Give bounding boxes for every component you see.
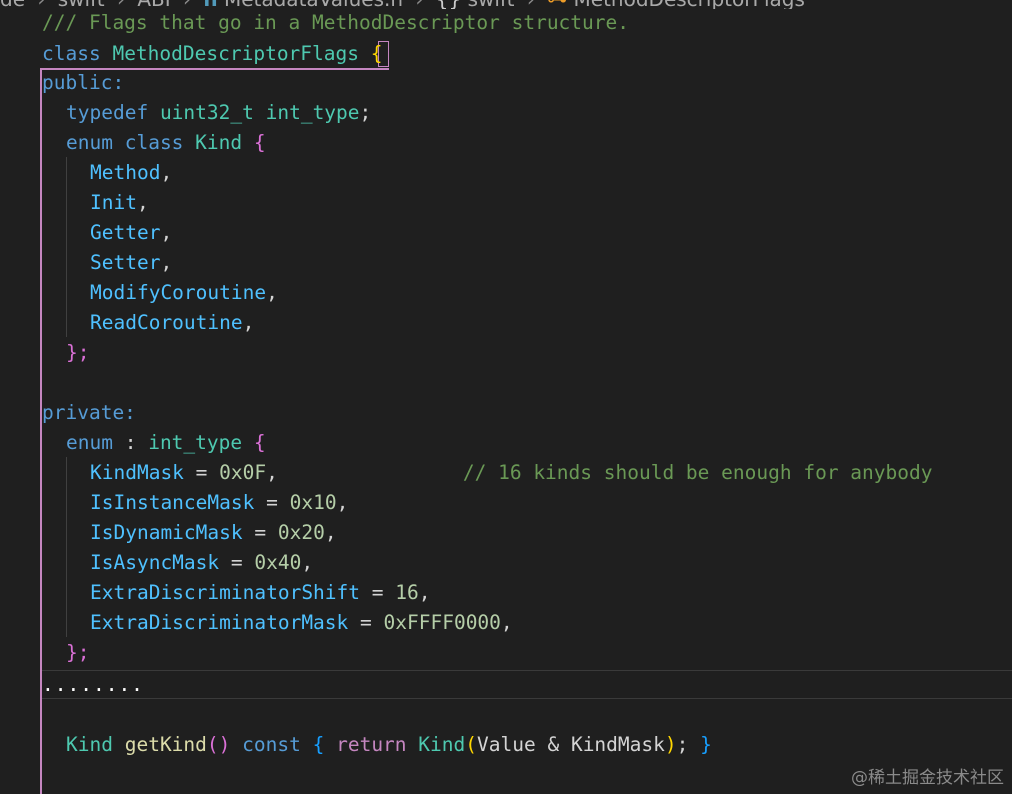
keyword-enum: enum [66,131,113,154]
class-open-brace: { [370,42,383,65]
fold-line-bottom [42,698,1012,699]
code-line-enum-value: Getter, [42,218,172,248]
code-line-enum-value: Init, [42,188,149,218]
mask-value: 0x10 [289,491,337,514]
comma: , [418,581,431,604]
enum-value: Init [90,191,137,214]
kind-open-brace: { [253,131,266,154]
mask-value: 0x0F [219,461,267,484]
equals: = [360,581,396,604]
equals: = [242,521,278,544]
bitwise-and: & [535,733,571,756]
kindmask-identifier: KindMask [570,733,665,756]
code-line-public: public: [42,68,124,98]
comma: , [160,251,173,274]
access-public: public: [42,71,125,94]
kind-cast: Kind [418,733,466,756]
comma: , [324,521,337,544]
code-editor[interactable]: /// Flags that go in a MethodDescriptor … [0,0,1012,794]
watermark: @稀土掘金技术社区 [851,768,1004,788]
mask-name: IsDynamicMask [90,521,243,544]
type-uint32: uint32_t [159,101,254,124]
class-name: MethodDescriptorFlags [112,42,359,65]
enum-open-brace: { [253,431,266,454]
code-line-mask: IsInstanceMask = 0x10, [42,488,348,518]
doc-comment: /// Flags that go in a MethodDescriptor … [42,11,629,34]
value-identifier: Value [477,733,536,756]
mask-value: 0x20 [277,521,325,544]
mask-name: ExtraDiscriminatorShift [90,581,361,604]
semicolon: ; [676,733,689,756]
code-line-mask: ExtraDiscriminatorMask = 0xFFFF0000, [42,608,513,638]
code-line-getkind: Kind getKind() const { return Kind(Value… [42,730,712,760]
mask-name: IsAsyncMask [90,551,220,574]
code-line-enum-value: ReadCoroutine, [42,308,254,338]
equals: = [254,491,290,514]
kindmask-comment: // 16 kinds should be enough for anybody [462,461,933,484]
enum-close-brace: }; [66,641,90,664]
comma: , [266,461,278,484]
comma: , [160,161,173,184]
mask-value: 0xFFFF0000 [383,611,501,634]
code-line-enum-kind: enum class Kind { [42,128,266,158]
keyword-class: class [124,131,184,154]
fn-close-brace: } [700,733,712,756]
comma: , [242,311,255,334]
mask-name: KindMask [90,461,184,484]
enum-value: ReadCoroutine [90,311,243,334]
keyword-const: const [242,733,301,756]
code-line-mask: IsDynamicMask = 0x20, [42,518,337,548]
comma: , [160,221,173,244]
comma: , [500,611,513,634]
comma: , [266,281,278,304]
code-line-mask: KindMask = 0x0F, // 16 kinds should be en… [42,458,932,488]
mask-name: IsInstanceMask [90,491,255,514]
code-line-mask: IsAsyncMask = 0x40, [42,548,313,578]
keyword-return: return [336,733,407,756]
comma: , [336,491,349,514]
access-private: private: [42,401,136,424]
semicolon: ; [359,101,372,124]
keyword-typedef: typedef [66,101,149,124]
fold-line-top [42,670,1012,671]
keyword-enum: enum [66,431,113,454]
code-line-close-enum: }; [42,638,89,668]
fn-open-brace: { [312,733,325,756]
code-line-enum-value: Setter, [42,248,172,278]
code-line-close-kind: }; [42,338,89,368]
mask-value: 16 [395,581,419,604]
enum-value: Method [90,161,161,184]
code-line-class-decl: class MethodDescriptorFlags { [42,39,383,69]
type-int-type: int_type [265,101,360,124]
enum-value: Getter [90,221,161,244]
close-paren: ) [664,733,677,756]
return-type-kind: Kind [66,733,113,756]
code-line-enum-value: ModifyCoroutine, [42,278,278,308]
equals: = [219,551,255,574]
code-line-typedef: typedef uint32_t int_type; [42,98,371,128]
folded-ellipsis[interactable]: ........ [42,673,144,696]
enum-value: ModifyCoroutine [90,281,267,304]
open-paren: ( [465,733,478,756]
colon: : [112,431,149,454]
code-line-mask: ExtraDiscriminatorShift = 16, [42,578,431,608]
mask-name: ExtraDiscriminatorMask [90,611,349,634]
comma: , [301,551,314,574]
code-line-private: private: [42,398,136,428]
keyword-class: class [42,42,101,65]
equals: = [348,611,384,634]
paren-pair: () [206,733,231,756]
code-line-ellipsis[interactable]: ........ [42,670,144,700]
enum-value: Setter [90,251,161,274]
code-line-enum-int-type: enum : int_type { [42,428,266,458]
code-line-doc-comment: /// Flags that go in a MethodDescriptor … [42,8,629,38]
type-int-type: int_type [148,431,243,454]
kind-close-brace: }; [66,341,90,364]
function-getkind: getKind [124,733,207,756]
mask-value: 0x40 [254,551,302,574]
code-line-enum-value: Method, [42,158,172,188]
enum-kind-name: Kind [195,131,243,154]
comma: , [136,191,149,214]
equals: = [183,461,220,484]
